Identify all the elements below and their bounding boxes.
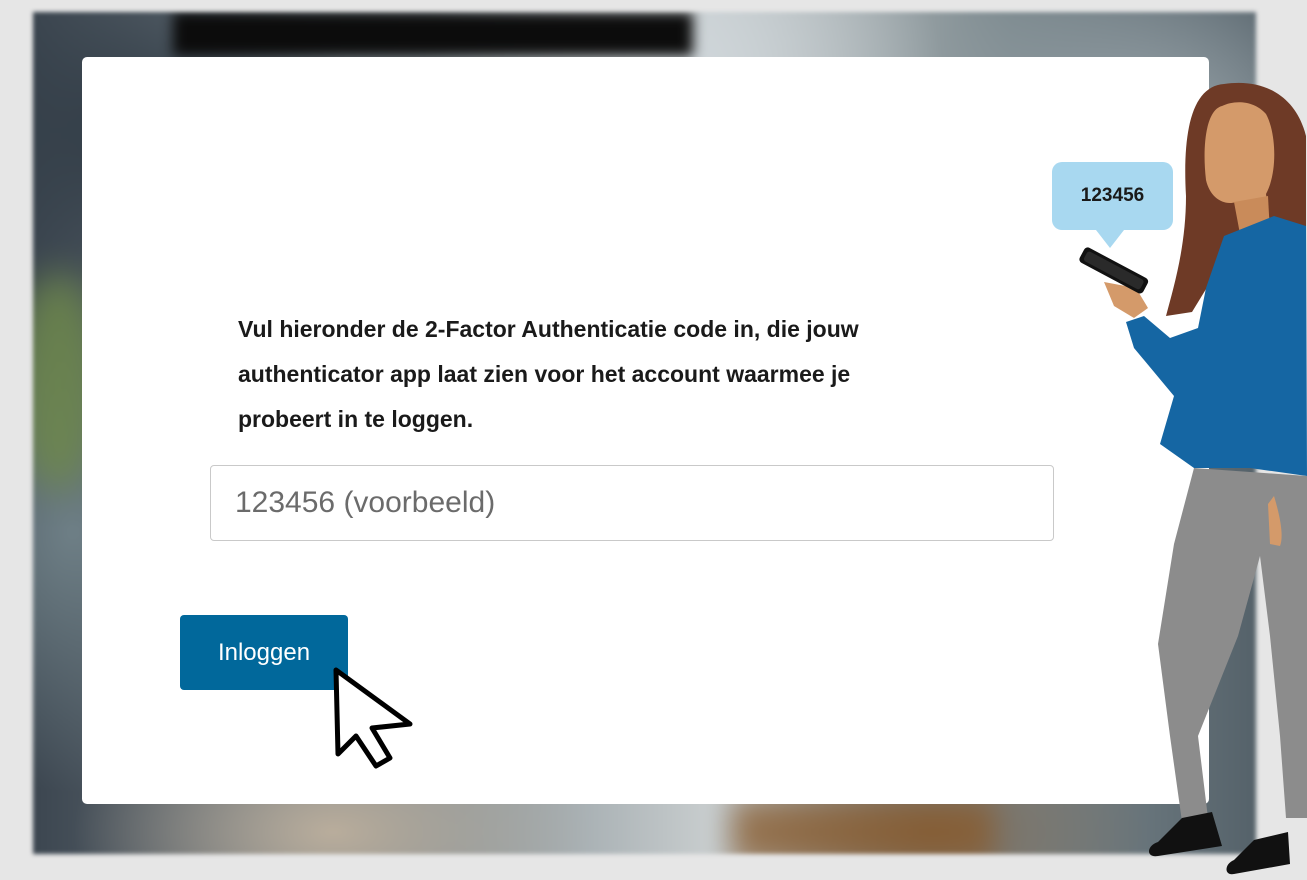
two-factor-instruction: Vul hieronder de 2-Factor Authenticatie … <box>238 316 859 432</box>
woman-with-phone-illustration <box>1079 82 1307 875</box>
two-factor-card: Vul hieronder de 2-Factor Authenticatie … <box>82 57 1209 804</box>
two-factor-code-input[interactable] <box>210 465 1054 541</box>
page: Vul hieronder de 2-Factor Authenticatie … <box>0 0 1307 880</box>
right-shoe <box>1226 832 1290 875</box>
left-shoe <box>1149 812 1222 857</box>
pants <box>1158 468 1307 836</box>
background-shadow <box>173 12 693 56</box>
mouse-pointer-icon <box>333 667 413 769</box>
background-ground <box>733 802 993 854</box>
login-button[interactable]: Inloggen <box>180 615 348 690</box>
